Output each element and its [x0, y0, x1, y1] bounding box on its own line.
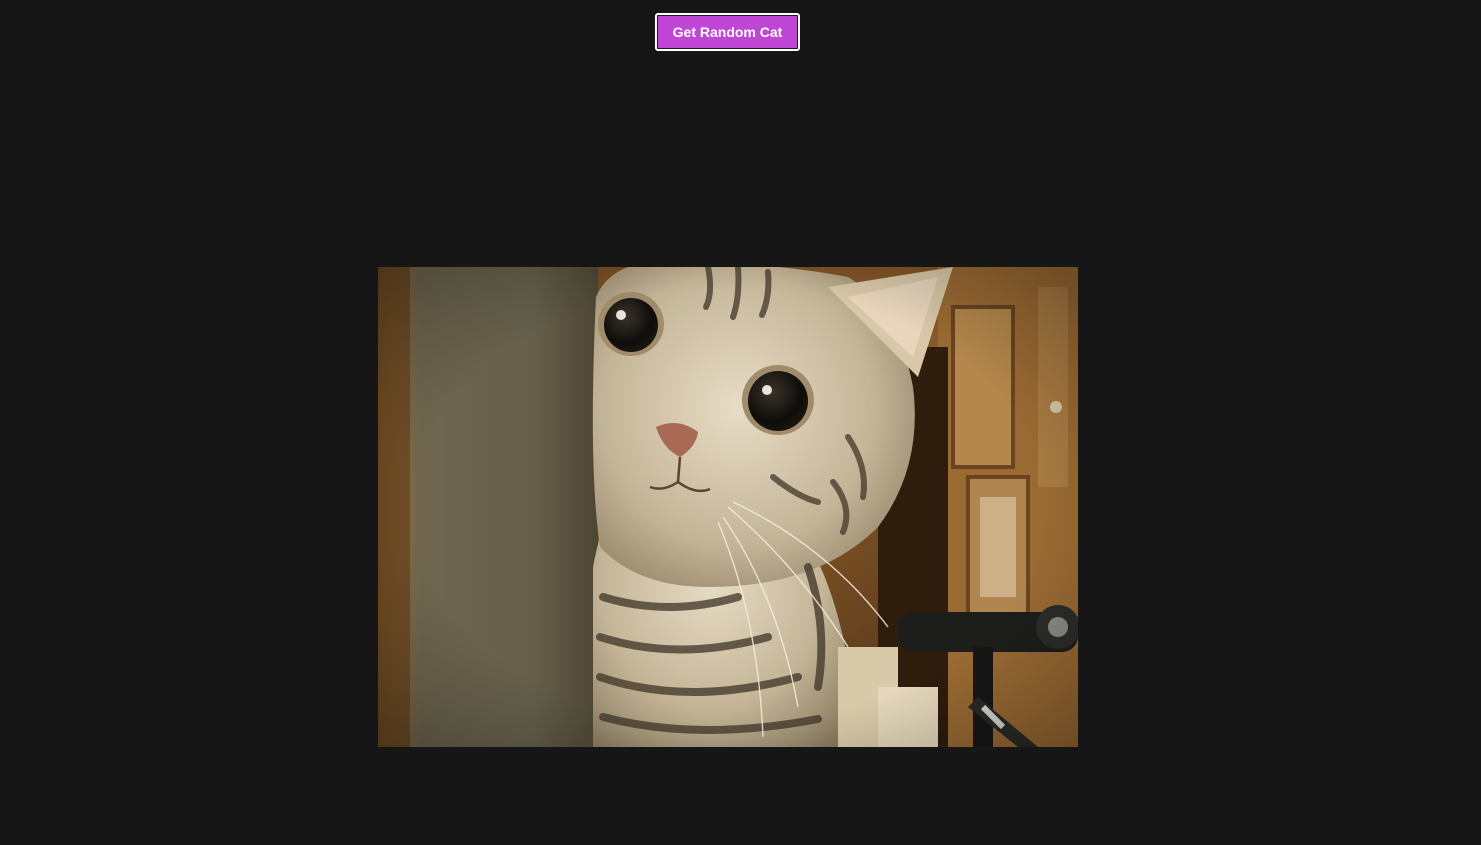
- cat-photo-illustration: [378, 267, 1078, 747]
- cat-image: [378, 267, 1078, 747]
- get-random-cat-button[interactable]: Get Random Cat: [655, 13, 800, 51]
- app-page: Get Random Cat: [0, 0, 1481, 845]
